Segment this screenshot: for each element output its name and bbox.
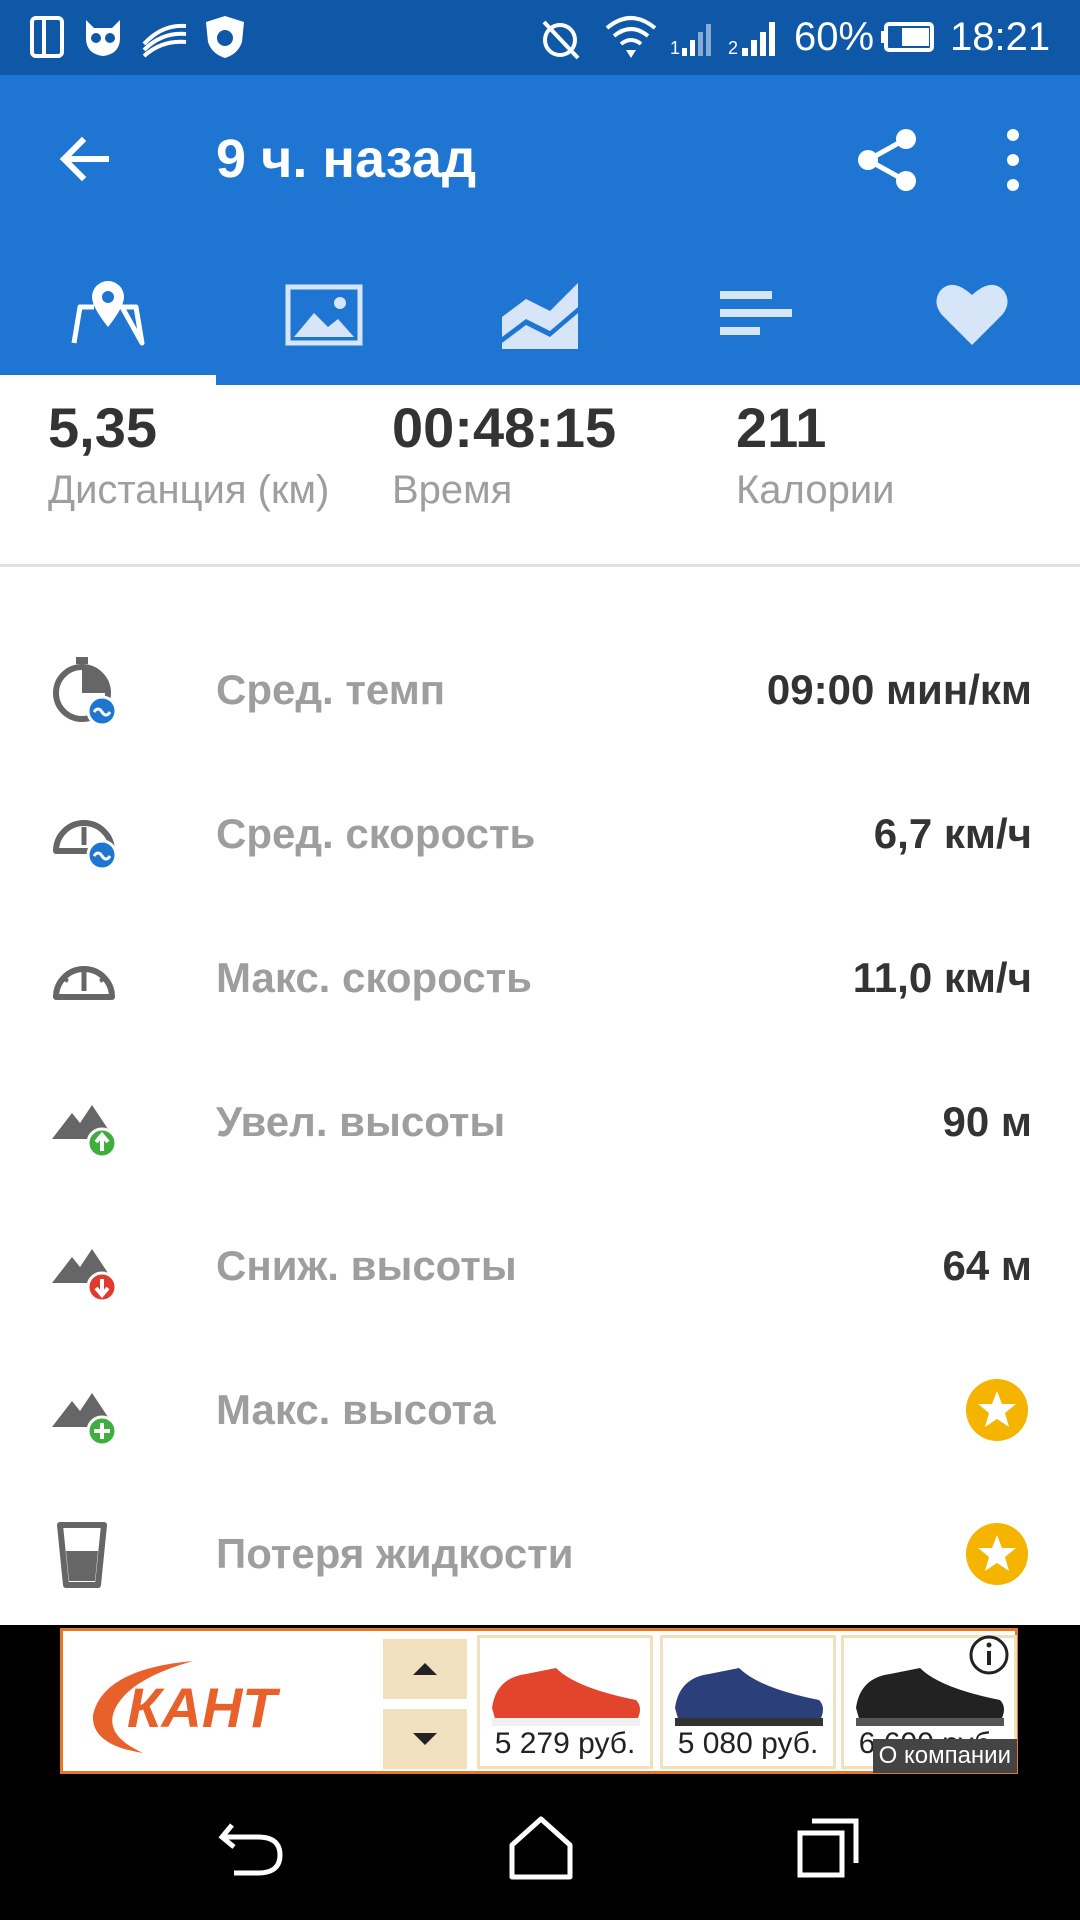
tab-splits[interactable] <box>648 235 864 385</box>
ad-arrows <box>383 1639 467 1769</box>
ad-price: 5 279 руб. <box>494 1727 636 1760</box>
summary-calories: 211 Калории <box>736 395 895 515</box>
stat-value: 09:00 мин/км <box>766 666 1032 713</box>
bars-icon <box>720 291 792 335</box>
summary-time: 00:48:15 Время <box>392 395 616 515</box>
calories-label: Калории <box>736 468 895 512</box>
stat-value: 64 м <box>942 1242 1032 1289</box>
stat-label: Макс. скорость <box>216 954 533 1001</box>
battery-percent: 60% <box>794 15 875 59</box>
sneaker-icon <box>675 1668 823 1726</box>
more-vert-icon[interactable] <box>996 125 1030 195</box>
tab-charts[interactable] <box>432 235 648 385</box>
svg-text:1: 1 <box>670 38 680 58</box>
tab-photos[interactable] <box>216 235 432 385</box>
nav-recents-icon[interactable] <box>794 1815 864 1881</box>
stopwatch-avg-icon <box>53 657 118 727</box>
distance-value: 5,35 <box>48 396 157 459</box>
calories-value: 211 <box>736 396 827 459</box>
signal-2-icon: 2 <box>728 22 775 58</box>
stat-row-avg-speed: Сред. скорость 6,7 км/ч <box>0 761 1080 905</box>
ad-product[interactable]: 5 080 руб. <box>660 1635 836 1769</box>
time-value: 00:48:15 <box>392 396 617 459</box>
ad-about-link[interactable]: О компании <box>872 1739 1017 1773</box>
back-arrow-icon[interactable] <box>52 127 116 191</box>
stat-value: 11,0 км/ч <box>852 954 1032 1001</box>
owl-icon <box>86 20 120 56</box>
alarm-off-icon <box>542 20 580 60</box>
triangle-down-icon <box>413 1733 437 1745</box>
stat-row-avg-pace: Сред. темп 09:00 мин/км <box>0 617 1080 761</box>
tab-likes[interactable] <box>864 235 1080 385</box>
elevation-up-icon <box>52 1105 118 1159</box>
stat-row-fluid-loss[interactable]: Потеря жидкости <box>0 1481 1080 1625</box>
speedometer-avg-icon <box>53 820 118 871</box>
stat-label: Увел. высоты <box>216 1098 506 1145</box>
image-icon <box>285 284 363 346</box>
map-pin-icon <box>71 281 145 346</box>
time-label: Время <box>392 468 513 512</box>
ad-brand: КАНТ <box>127 1676 281 1739</box>
ad-down-button[interactable] <box>383 1709 467 1769</box>
clock: 18:21 <box>950 15 1051 59</box>
ad-product[interactable]: 5 279 руб. <box>477 1635 653 1769</box>
heart-icon <box>936 284 1008 345</box>
stat-row-max-elevation[interactable]: Макс. высота <box>0 1337 1080 1481</box>
stat-row-elevation-gain: Увел. высоты 90 м <box>0 1049 1080 1193</box>
status-bar: 1 2 60% 18:21 <box>0 0 1080 75</box>
premium-star-icon[interactable] <box>966 1379 1028 1441</box>
page-title: 9 ч. назад <box>216 129 477 189</box>
screen: 1 2 60% 18:21 9 ч. назад 5,35 Дистанция … <box>0 0 1080 1920</box>
glass-icon <box>57 1522 107 1588</box>
distance-label: Дистанция (км) <box>48 468 330 512</box>
tab-indicator <box>0 375 216 385</box>
stat-row-elevation-loss: Сниж. высоты 64 м <box>0 1193 1080 1337</box>
premium-star-icon[interactable] <box>966 1523 1028 1585</box>
stat-value: 90 м <box>942 1098 1032 1145</box>
antivirus-icon <box>206 16 244 58</box>
elevation-down-icon <box>52 1249 118 1303</box>
sneaker-icon <box>492 1668 640 1726</box>
ad-info-icon[interactable] <box>967 1633 1011 1677</box>
ad-price: 5 080 руб. <box>677 1727 819 1760</box>
svg-text:2: 2 <box>728 38 738 58</box>
battery-icon <box>881 22 934 52</box>
stat-label: Сред. темп <box>216 666 446 713</box>
kant-logo: КАНТ <box>92 1661 281 1753</box>
app-bar: 9 ч. назад <box>0 75 1080 385</box>
tab-bar <box>0 235 1080 385</box>
ad-banner-container: КАНТ 5 279 руб. 5 080 руб. 6 О компании <box>0 1625 1080 1775</box>
signal-1-icon: 1 <box>670 24 711 58</box>
ad-up-button[interactable] <box>383 1639 467 1699</box>
nav-back-icon[interactable] <box>218 1815 288 1881</box>
triangle-up-icon <box>413 1663 437 1675</box>
stat-value: 6,7 км/ч <box>873 810 1032 857</box>
area-chart-icon <box>502 283 578 349</box>
phone-layout-icon <box>30 16 64 58</box>
share-icon[interactable] <box>854 125 924 195</box>
nav-home-icon[interactable] <box>506 1815 576 1881</box>
swiftkey-icon <box>142 23 187 58</box>
stat-row-max-speed: Макс. скорость 11,0 км/ч <box>0 905 1080 1049</box>
stat-label: Сниж. высоты <box>216 1242 517 1289</box>
summary-panel: 5,35 Дистанция (км) 00:48:15 Время 211 К… <box>0 385 1080 567</box>
stat-label: Потеря жидкости <box>216 1530 574 1577</box>
speedometer-icon <box>53 966 115 1000</box>
navigation-bar <box>0 1775 1080 1920</box>
tab-map[interactable] <box>0 235 216 385</box>
stat-label: Макс. высота <box>216 1386 496 1433</box>
elevation-max-icon <box>52 1393 118 1447</box>
stat-label: Сред. скорость <box>216 810 536 857</box>
summary-distance: 5,35 Дистанция (км) <box>48 395 329 515</box>
wifi-icon <box>605 16 657 58</box>
ad-banner[interactable]: КАНТ 5 279 руб. 5 080 руб. 6 О компании <box>60 1628 1018 1774</box>
